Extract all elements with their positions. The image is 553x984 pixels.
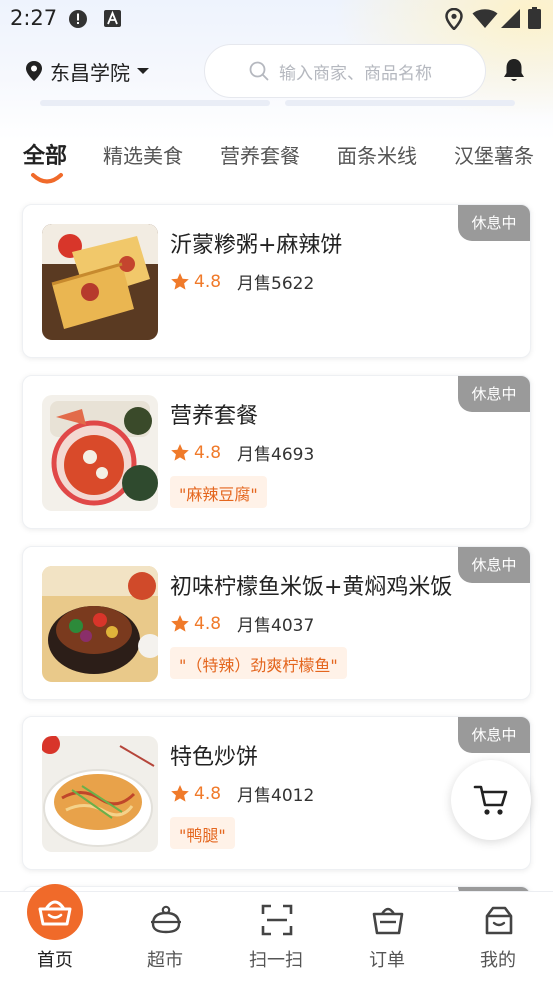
header-divider [285,100,515,106]
active-tab-indicator [31,173,63,184]
star-icon [171,785,189,802]
search-icon [249,61,269,81]
shop-rating: 4.8 [194,783,222,804]
location-pin-icon [26,61,42,81]
scan-icon [261,904,293,936]
shop-name: 初味柠檬鱼米饭+黄焖鸡米饭 [170,575,453,600]
location-selector[interactable]: 东昌学院 [24,57,150,85]
shop-monthly-sales: 月售4693 [237,445,315,465]
nav-supermarket[interactable]: 超市 [110,892,220,984]
home-button-circle [27,884,83,940]
shop-meta: 4.8 月售4693 [170,440,314,465]
dish-tag: "鸭腿" [170,817,235,849]
profile-icon [485,906,513,935]
shop-monthly-sales: 月售5622 [237,274,315,294]
shop-name: 营养套餐 [170,404,259,429]
shop-image [42,566,158,682]
nav-label: 超市 [147,950,183,971]
tab-burgers[interactable]: 汉堡薯条 [454,140,534,169]
nav-label: 订单 [369,950,405,971]
shop-image [42,224,158,340]
search-input[interactable]: 输入商家、商品名称 [204,44,486,98]
order-icon [372,907,404,935]
nav-home[interactable]: 首页 [0,884,110,984]
shop-monthly-sales: 月售4037 [237,616,315,636]
shop-meta: 4.8 月售4037 [170,611,314,636]
cart-icon [473,785,508,815]
shop-image [42,736,158,852]
nav-profile[interactable]: 我的 [443,892,553,984]
closed-badge: 休息中 [458,717,530,753]
nav-label: 扫一扫 [249,950,303,971]
star-icon [171,273,189,290]
dish-tag: "麻辣豆腐" [170,476,267,508]
tab-all[interactable]: 全部 [23,138,67,170]
status-bar: 2:27 [0,0,553,38]
alert-icon [69,10,87,28]
category-tabs: 全部 精选美食 营养套餐 面条米线 汉堡薯条 [0,138,553,188]
tab-noodles[interactable]: 面条米线 [337,140,417,169]
location-status-icon [445,8,463,30]
status-time: 2:27 [10,6,58,30]
cart-button[interactable] [451,760,531,840]
shop-rating: 4.8 [194,271,222,292]
closed-badge: 休息中 [458,376,530,412]
shop-rating: 4.8 [194,442,222,463]
location-label: 东昌学院 [50,60,130,85]
shop-meta: 4.8 月售5622 [170,269,314,294]
nav-label: 我的 [480,950,516,971]
bottom-navigation: 首页 超市 扫一扫 订单 我的 [0,884,553,984]
bell-icon[interactable] [500,56,528,84]
shop-card[interactable]: 营养套餐 4.8 月售4693 "麻辣豆腐" 休息中 [22,375,531,529]
shop-meta: 4.8 月售4012 [170,781,314,806]
tab-selected-food[interactable]: 精选美食 [103,140,183,169]
home-basket-icon [38,900,72,926]
nav-scan[interactable]: 扫一扫 [221,892,331,984]
battery-icon [528,7,541,29]
dish-tag: "（特辣）劲爽柠檬鱼" [170,647,347,679]
shop-image [42,395,158,511]
tab-nutrition-set[interactable]: 营养套餐 [220,140,300,169]
shop-card[interactable]: 沂蒙糁粥+麻辣饼 4.8 月售5622 休息中 [22,204,531,358]
wifi-icon [472,9,498,28]
caret-down-icon [137,68,149,74]
nav-label: 首页 [37,950,73,971]
search-placeholder: 输入商家、商品名称 [279,63,432,84]
header-divider [40,100,270,106]
star-icon [171,615,189,632]
accessibility-icon [104,10,121,27]
shop-monthly-sales: 月售4012 [237,786,315,806]
closed-badge: 休息中 [458,547,530,583]
nav-orders[interactable]: 订单 [332,892,442,984]
shop-name: 特色炒饼 [170,745,259,770]
signal-icon [501,9,520,28]
supermarket-icon [151,905,181,934]
shop-card[interactable]: 初味柠檬鱼米饭+黄焖鸡米饭 4.8 月售4037 "（特辣）劲爽柠檬鱼" 休息中 [22,546,531,700]
star-icon [171,444,189,461]
shop-name: 沂蒙糁粥+麻辣饼 [170,233,343,258]
shop-rating: 4.8 [194,613,222,634]
closed-badge: 休息中 [458,205,530,241]
